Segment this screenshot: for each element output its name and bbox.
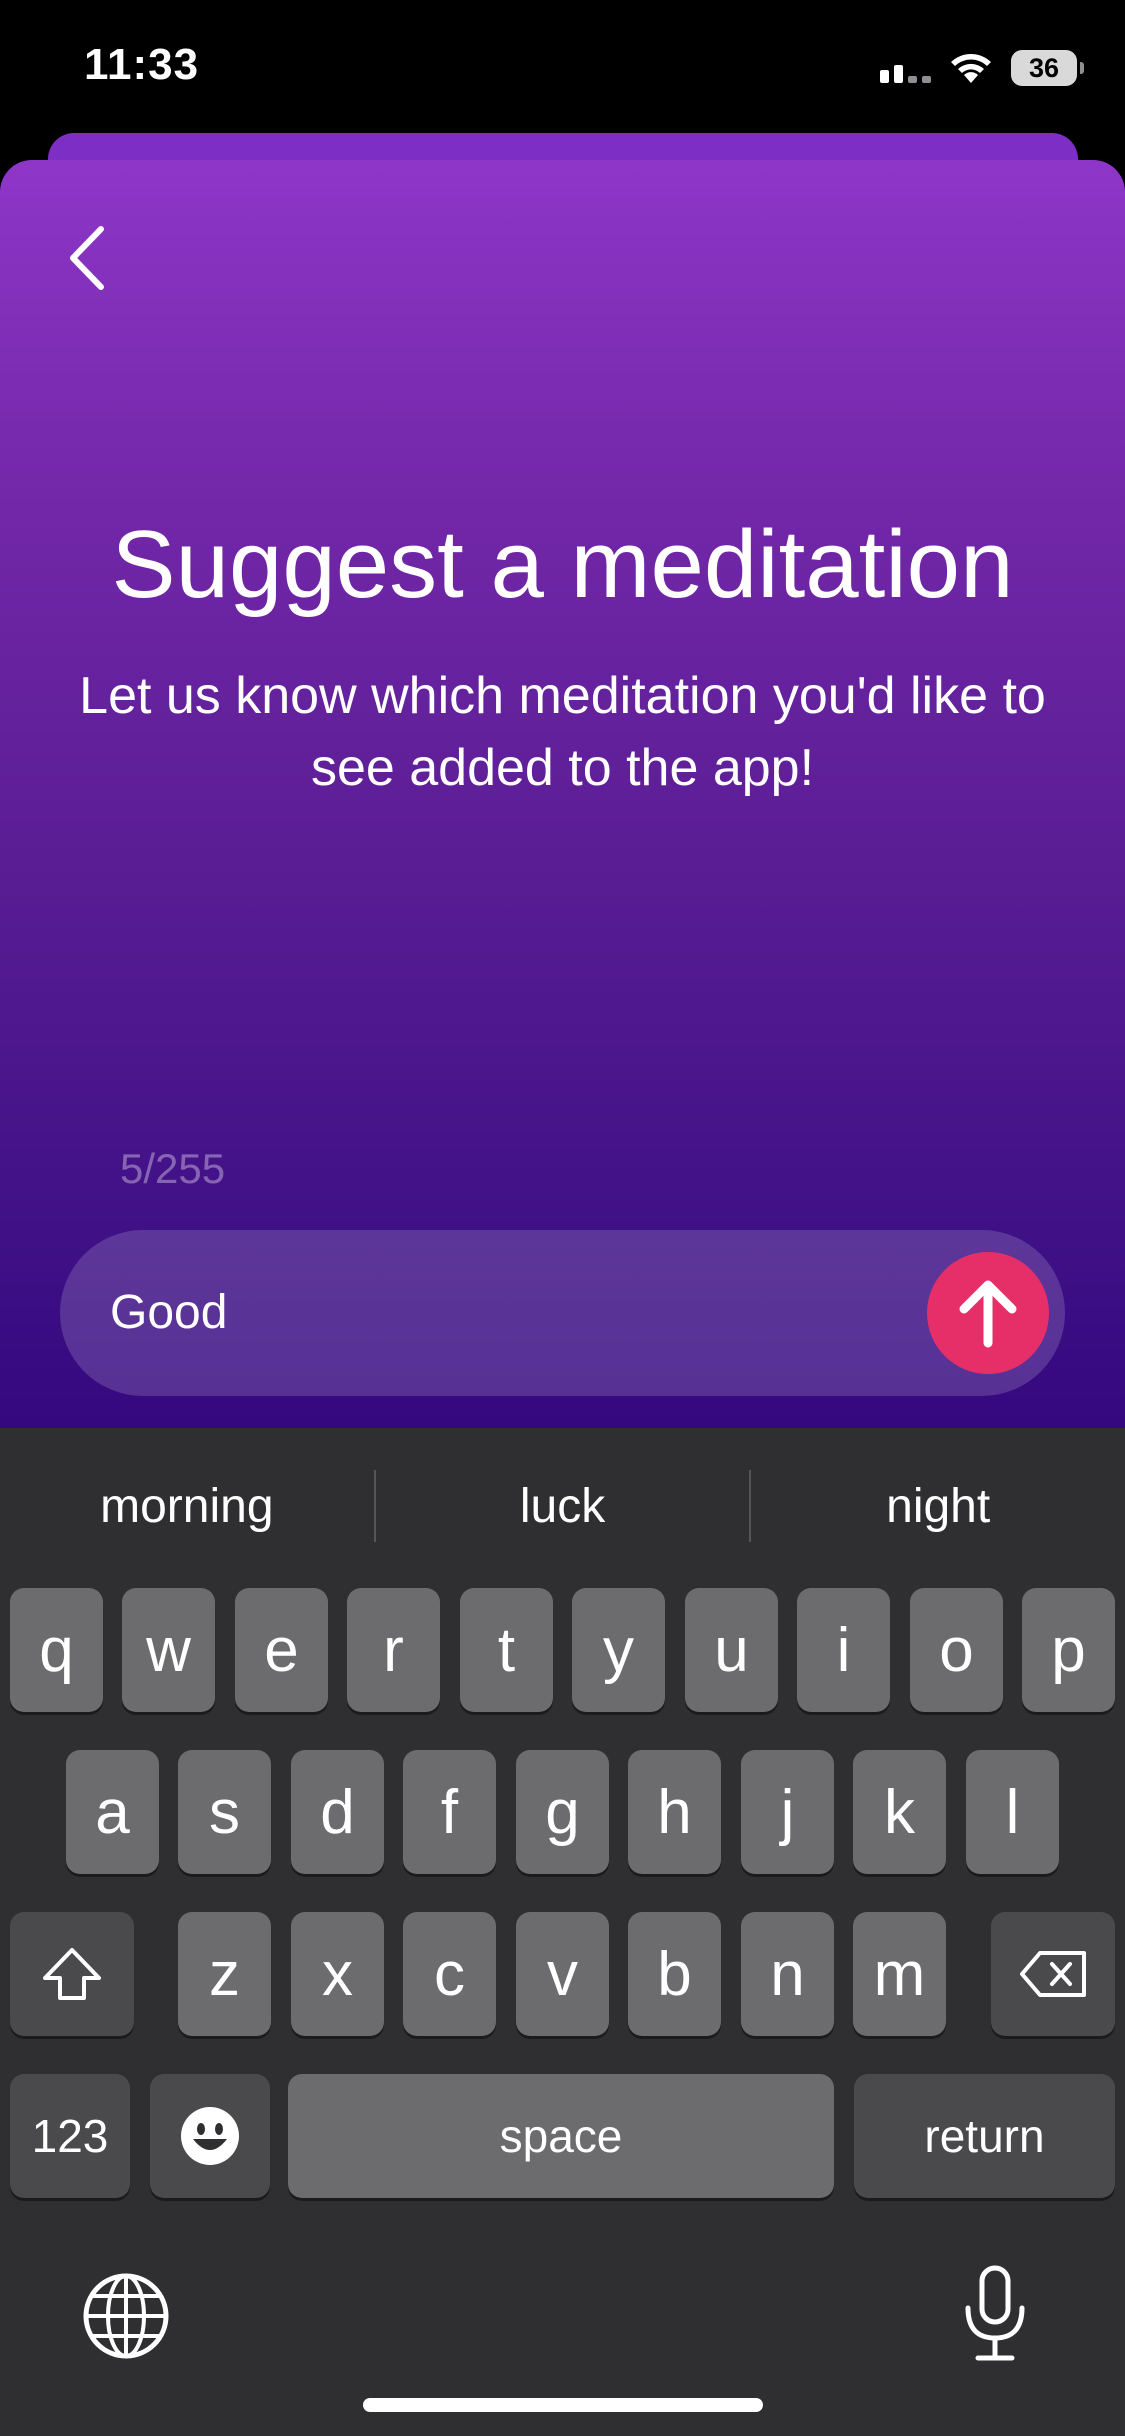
suggest-meditation-sheet: Suggest a meditation Let us know which m… — [0, 160, 1125, 1430]
key-y[interactable]: y — [572, 1588, 665, 1712]
key-e[interactable]: e — [235, 1588, 328, 1712]
page-title: Suggest a meditation — [111, 511, 1014, 618]
key-q[interactable]: q — [10, 1588, 103, 1712]
globe-icon — [83, 2273, 169, 2359]
emoji-icon — [181, 2107, 239, 2165]
suggestion-night[interactable]: night — [751, 1479, 1125, 1534]
key-v[interactable]: v — [516, 1912, 609, 2036]
key-s[interactable]: s — [178, 1750, 271, 1874]
key-u[interactable]: u — [685, 1588, 778, 1712]
suggestion-input-text[interactable]: Good — [110, 1230, 227, 1396]
shift-icon — [43, 1948, 101, 2000]
key-x[interactable]: x — [291, 1912, 384, 2036]
key-p[interactable]: p — [1022, 1588, 1115, 1712]
character-counter: 5/255 — [120, 1145, 226, 1192]
key-z[interactable]: z — [178, 1912, 271, 2036]
key-d[interactable]: d — [291, 1750, 384, 1874]
status-indicators: 36 — [880, 46, 1084, 90]
key-k[interactable]: k — [853, 1750, 946, 1874]
keyboard: morning luck night q w e r t y u i o p a… — [0, 1428, 1125, 2436]
key-c[interactable]: c — [403, 1912, 496, 2036]
key-h[interactable]: h — [628, 1750, 721, 1874]
shift-key[interactable] — [10, 1912, 134, 2036]
key-g[interactable]: g — [516, 1750, 609, 1874]
send-button[interactable] — [927, 1252, 1049, 1374]
cellular-signal-icon — [880, 53, 931, 83]
suggestion-morning[interactable]: morning — [0, 1479, 374, 1534]
key-t[interactable]: t — [460, 1588, 553, 1712]
numbers-key[interactable]: 123 — [10, 2074, 130, 2198]
key-b[interactable]: b — [628, 1912, 721, 2036]
status-bar: 11:33 36 — [0, 0, 1125, 135]
emoji-key[interactable] — [150, 2074, 270, 2198]
arrow-up-icon — [959, 1280, 1017, 1348]
key-l[interactable]: l — [966, 1750, 1059, 1874]
key-n[interactable]: n — [741, 1912, 834, 2036]
microphone-button[interactable] — [960, 2264, 1030, 2364]
status-time: 11:33 — [84, 40, 200, 89]
space-key[interactable]: space — [288, 2074, 834, 2198]
page-subtitle: Let us know which meditation you'd like … — [79, 667, 1046, 797]
globe-button[interactable] — [80, 2270, 172, 2362]
backspace-key[interactable] — [991, 1912, 1115, 2036]
chevron-left-icon — [70, 226, 104, 290]
backspace-icon — [1020, 1951, 1086, 1997]
key-a[interactable]: a — [66, 1750, 159, 1874]
battery-icon: 36 — [1011, 50, 1084, 86]
key-j[interactable]: j — [741, 1750, 834, 1874]
key-r[interactable]: r — [347, 1588, 440, 1712]
key-i[interactable]: i — [797, 1588, 890, 1712]
predictive-suggestions: morning luck night — [0, 1428, 1125, 1584]
suggestion-luck[interactable]: luck — [376, 1479, 750, 1534]
back-button[interactable] — [52, 218, 122, 298]
home-indicator[interactable] — [363, 2398, 763, 2412]
key-o[interactable]: o — [910, 1588, 1003, 1712]
battery-level: 36 — [1028, 52, 1060, 83]
key-w[interactable]: w — [122, 1588, 215, 1712]
microphone-icon — [965, 2265, 1025, 2361]
key-m[interactable]: m — [853, 1912, 946, 2036]
wifi-icon — [951, 54, 991, 83]
suggestion-input[interactable]: Good — [60, 1230, 1065, 1396]
return-key[interactable]: return — [854, 2074, 1115, 2198]
key-f[interactable]: f — [403, 1750, 496, 1874]
